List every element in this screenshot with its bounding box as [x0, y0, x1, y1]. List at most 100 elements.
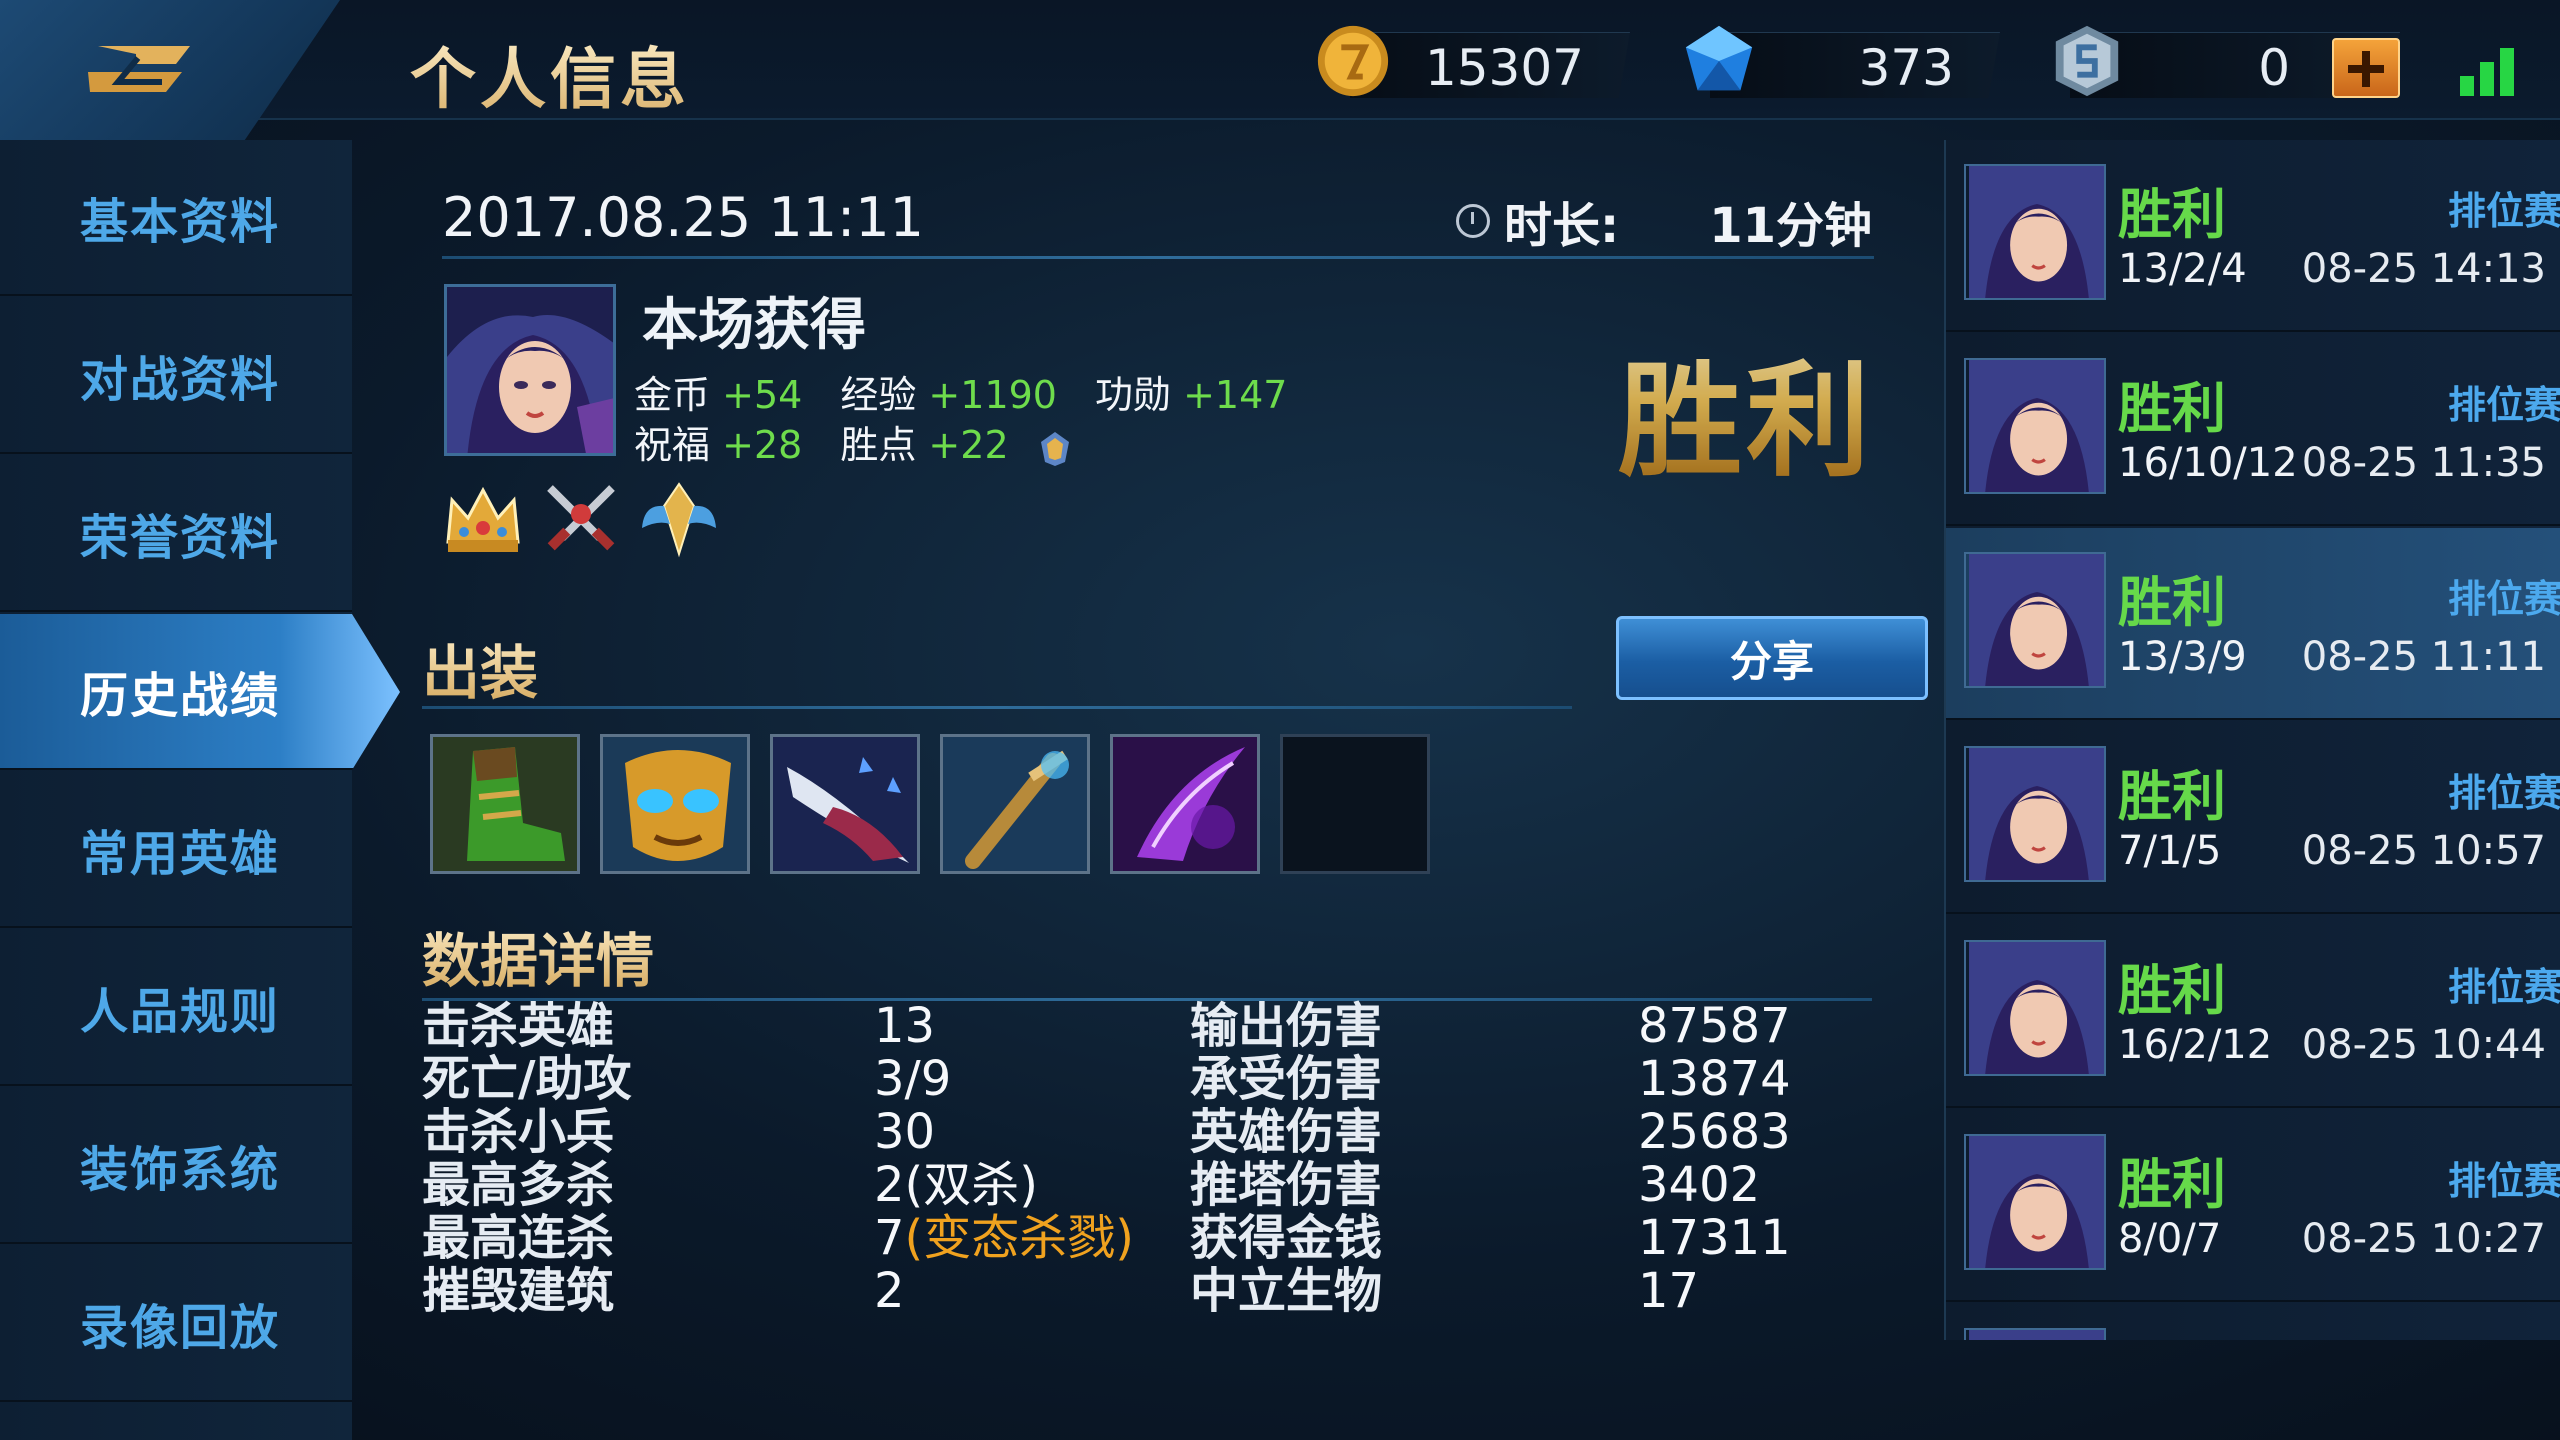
stat-label: 最高连杀 [422, 1210, 615, 1266]
divider [422, 706, 1572, 709]
sidebar-item-label: 基本资料 [80, 194, 281, 250]
sidebar-item-battle-info[interactable]: 对战资料 [0, 298, 352, 454]
match-history-list[interactable]: 胜利 排位赛 13/2/4 08-25 14:13 胜利 排位赛 16/10/1… [1944, 140, 2560, 1340]
history-mode: 排位赛 [2447, 771, 2560, 815]
duration-label: 时长: [1503, 198, 1620, 254]
history-kda: 16/10/12 [2118, 440, 2298, 486]
stats-title: 数据详情 [422, 914, 654, 998]
item-slot[interactable] [430, 734, 580, 874]
winged-trophy-icon [636, 476, 722, 562]
history-item-partial[interactable] [1946, 1304, 2560, 1340]
stat-value: 87587 [1638, 998, 1791, 1054]
stat-label: 摧毁建筑 [422, 1263, 615, 1319]
history-item[interactable]: 胜利 排位赛 16/10/12 08-25 11:35 [1946, 334, 2560, 526]
stat-value: 13874 [1638, 1051, 1791, 1107]
history-item[interactable]: 胜利 排位赛 7/1/5 08-25 10:57 [1946, 722, 2560, 914]
sidebar-item-decoration[interactable]: 装饰系统 [0, 1088, 352, 1244]
empty-item-slot[interactable] [1280, 734, 1430, 874]
history-mode: 排位赛 [2447, 189, 2560, 233]
history-mode: 排位赛 [2447, 383, 2560, 427]
sidebar-item-basic-info[interactable]: 基本资料 [0, 140, 352, 296]
history-result: 胜利 [2118, 765, 2226, 828]
rank-emblem-icon [1040, 431, 1069, 466]
diamond-value: 373 [1858, 39, 1954, 97]
add-currency-button[interactable] [2332, 38, 2400, 98]
sidebar-item-credit-rules[interactable]: 人品规则 [0, 930, 352, 1086]
stat-value: 17311 [1638, 1210, 1791, 1266]
item-slot[interactable] [940, 734, 1090, 874]
sidebar-item-label: 装饰系统 [80, 1142, 281, 1198]
stat-value: 2(双杀) [874, 1157, 1038, 1213]
history-kda: 13/3/9 [2118, 634, 2247, 680]
history-item[interactable]: 胜利 排位赛 13/2/4 08-25 14:13 [1946, 140, 2560, 332]
stat-label: 中立生物 [1190, 1263, 1383, 1319]
token-icon [2055, 25, 2119, 97]
item-slot[interactable] [600, 734, 750, 874]
history-mode: 排位赛 [2447, 1159, 2560, 1203]
bless-reward-label: 祝福 [634, 423, 711, 467]
gold-coin-icon [1317, 25, 1389, 97]
reward-row-2: 祝福 +28 胜点 +22 [634, 414, 1075, 469]
stat-label: 英雄伤害 [1190, 1104, 1383, 1160]
stat-value: 30 [874, 1104, 936, 1160]
history-time: 08-25 10:57 [2301, 828, 2546, 874]
stat-label: 推塔伤害 [1190, 1157, 1383, 1213]
page-title: 个人信息 [410, 26, 690, 122]
sidebar: 基本资料 对战资料 荣誉资料 历史战绩 常用英雄 人品规则 装饰系统 录像回放 [0, 140, 400, 1440]
history-item-selected[interactable]: 胜利 排位赛 13/3/9 08-25 11:11 [1946, 528, 2560, 720]
merit-reward-label: 功勋 [1094, 373, 1171, 417]
hero-avatar-icon [1964, 358, 2106, 494]
rewards-title: 本场获得 [642, 293, 866, 358]
stat-value: 3/9 [874, 1051, 952, 1107]
sidebar-item-label: 荣誉资料 [80, 510, 281, 566]
history-result: 胜利 [2118, 377, 2226, 440]
history-item[interactable]: 胜利 排位赛 16/2/12 08-25 10:44 [1946, 916, 2560, 1108]
stat-value: 3402 [1638, 1157, 1761, 1213]
history-time: 08-25 10:27 [2301, 1216, 2546, 1262]
history-item[interactable]: 胜利 排位赛 8/0/7 08-25 10:27 [1946, 1110, 2560, 1302]
exp-reward-value: +1190 [928, 373, 1057, 417]
stat-label: 最高多杀 [422, 1157, 615, 1213]
stat-label: 承受伤害 [1190, 1051, 1383, 1107]
win-points-label: 胜点 [840, 423, 917, 467]
match-result: 胜利 [1618, 320, 1874, 500]
top-bar: 个人信息 15307 373 0 [0, 0, 2560, 140]
stat-value: 25683 [1638, 1104, 1791, 1160]
history-result: 胜利 [2118, 959, 2226, 1022]
exp-reward-label: 经验 [840, 373, 917, 417]
history-time: 08-25 11:11 [2301, 634, 2546, 680]
boots-icon [433, 737, 577, 871]
history-kda: 13/2/4 [2118, 246, 2247, 292]
hero-avatar-icon [1964, 746, 2106, 882]
sidebar-item-honor-info[interactable]: 荣誉资料 [0, 456, 352, 612]
sidebar-item-label: 人品规则 [80, 984, 281, 1040]
sidebar-item-common-heroes[interactable]: 常用英雄 [0, 772, 352, 928]
sidebar-item-replay[interactable]: 录像回放 [0, 1246, 352, 1402]
hero-avatar-icon [1964, 1134, 2106, 1270]
share-button[interactable]: 分享 [1616, 616, 1928, 700]
history-result: 胜利 [2118, 1153, 2226, 1216]
medal-row [440, 476, 722, 562]
back-button[interactable] [0, 0, 340, 140]
staff-icon [943, 737, 1087, 871]
sidebar-item-label: 录像回放 [80, 1300, 281, 1356]
equipment-title: 出装 [422, 626, 538, 710]
match-detail-panel: 2017.08.25 11:11 时长: 11分钟 本场获得 金币 +54 经验… [352, 120, 1944, 1440]
stat-label: 击杀小兵 [422, 1104, 615, 1160]
stat-label: 输出伤害 [1190, 998, 1383, 1054]
sidebar-item-label: 常用英雄 [80, 826, 281, 882]
history-kda: 16/2/12 [2118, 1022, 2273, 1068]
token-value: 0 [2258, 39, 2290, 97]
reward-row-1: 金币 +54 经验 +1190 功勋 +147 [634, 364, 1287, 419]
hero-avatar-icon [1964, 552, 2106, 688]
item-slot[interactable] [1110, 734, 1260, 874]
stat-label: 击杀英雄 [422, 998, 615, 1054]
merit-reward-value: +147 [1183, 373, 1288, 417]
divider [442, 256, 1874, 259]
history-mode: 排位赛 [2447, 965, 2560, 1009]
crossed-swords-icon [538, 476, 624, 562]
item-slot[interactable] [770, 734, 920, 874]
sidebar-item-match-history[interactable]: 历史战绩 [0, 614, 400, 770]
sidebar-item-label: 对战资料 [80, 352, 281, 408]
stat-label: 死亡/助攻 [422, 1051, 632, 1107]
